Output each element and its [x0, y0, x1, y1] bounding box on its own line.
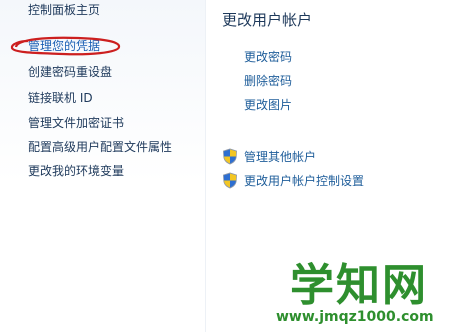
watermark-title: 学知网: [290, 260, 428, 311]
manage-other-accounts-link[interactable]: 管理其他帐户: [244, 150, 316, 164]
sidebar-item-link-online-id[interactable]: 链接联机 ID: [28, 91, 93, 105]
watermark: 学知网 www.jmqz1000.com: [276, 247, 468, 332]
control-panel-home-link[interactable]: 控制面板主页: [28, 3, 100, 17]
uac-settings-link[interactable]: 更改用户帐户控制设置: [244, 174, 364, 188]
sidebar-item-manage-credentials[interactable]: 管理您的凭据: [28, 39, 100, 53]
sidebar: 控制面板主页 管理您的凭据 创建密码重设盘 链接联机 ID 管理文件加密证书 配…: [0, 0, 206, 332]
uac-shield-icon: [223, 148, 237, 165]
remove-password-link[interactable]: 删除密码: [244, 74, 292, 88]
sidebar-item-manage-encryption-certs[interactable]: 管理文件加密证书: [28, 116, 124, 130]
change-password-link[interactable]: 更改密码: [244, 50, 292, 64]
uac-shield-icon: [223, 172, 237, 189]
sidebar-item-environment-variables[interactable]: 更改我的环境变量: [28, 164, 124, 178]
sidebar-item-advanced-profile-properties[interactable]: 配置高级用户配置文件属性: [28, 140, 172, 154]
change-picture-link[interactable]: 更改图片: [244, 98, 292, 112]
sidebar-item-create-reset-disk[interactable]: 创建密码重设盘: [28, 65, 112, 79]
watermark-url: www.jmqz1000.com: [276, 309, 434, 325]
page-title: 更改用户帐户: [222, 11, 313, 29]
